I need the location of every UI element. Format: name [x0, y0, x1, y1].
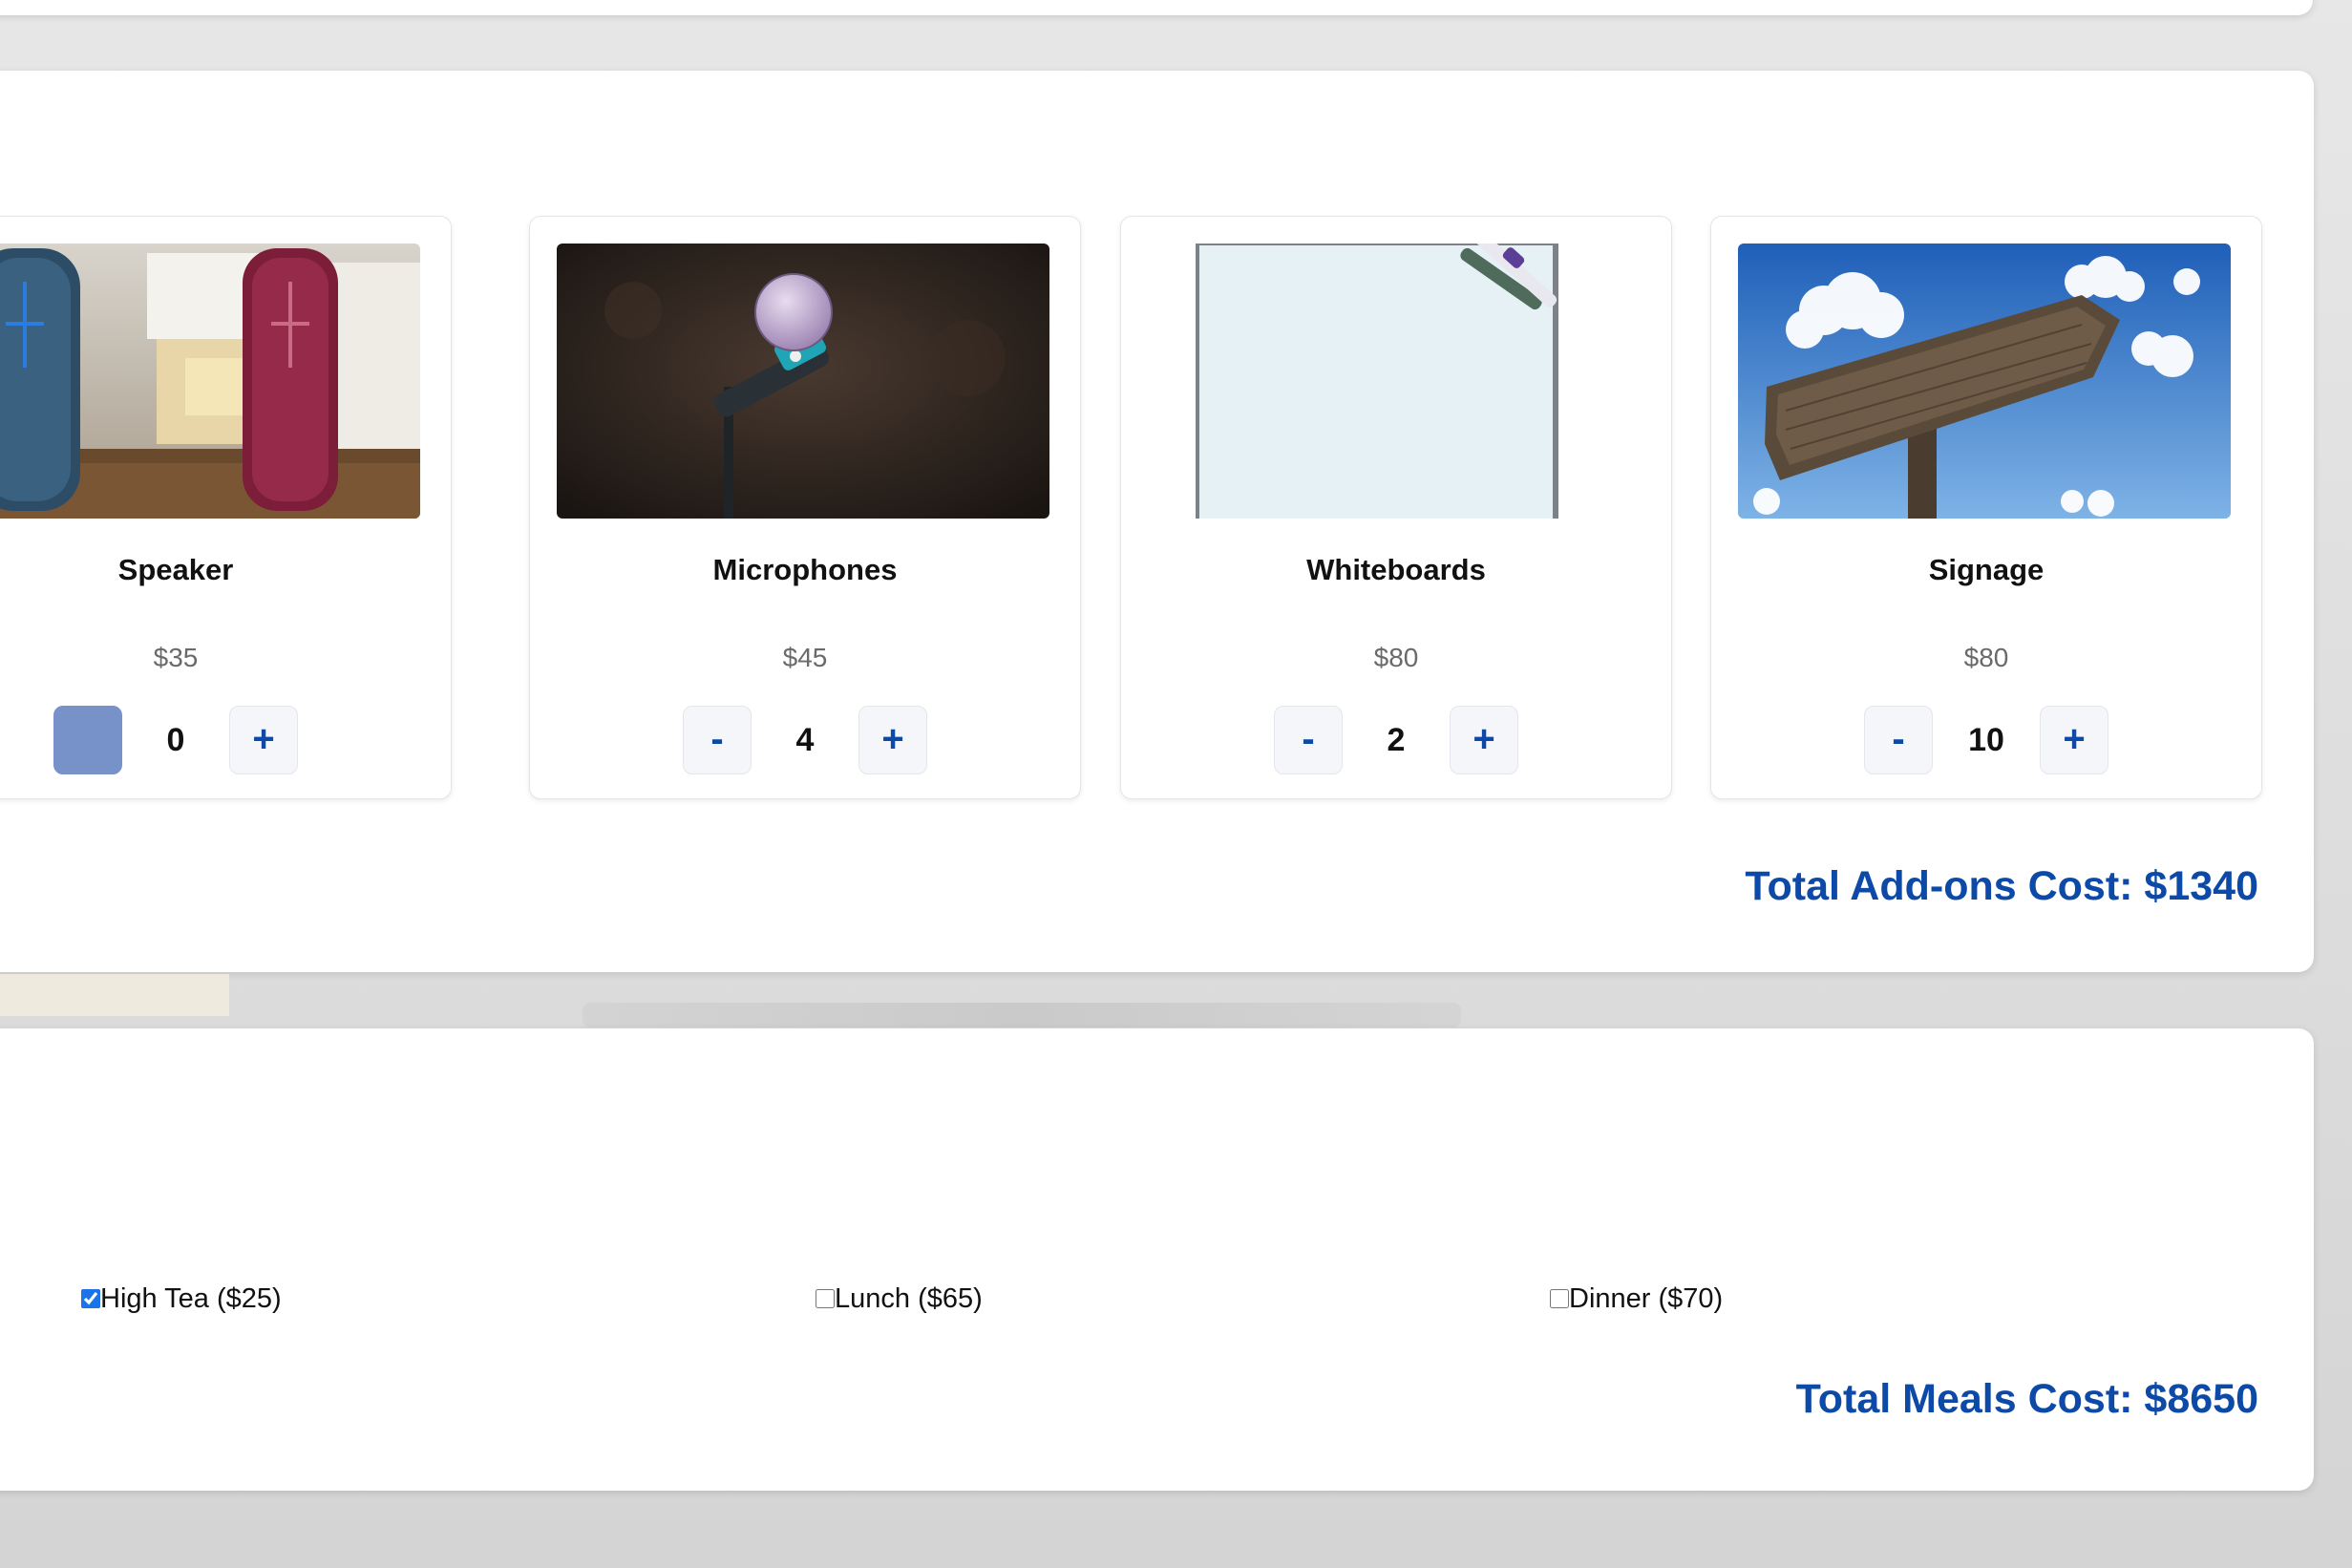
quantity-value: 2 [1387, 722, 1406, 758]
addon-price: $80 [1963, 643, 2009, 672]
increase-quantity-button[interactable]: + [229, 706, 298, 774]
increase-quantity-button[interactable]: + [1450, 706, 1518, 774]
decrease-quantity-button[interactable]: - [1274, 706, 1343, 774]
minus-icon: - [81, 718, 94, 760]
addon-card-whiteboards: Whiteboards $80 - 2 + [1120, 216, 1672, 799]
quantity-value: 4 [795, 722, 815, 758]
addon-price: $45 [782, 643, 828, 672]
plus-icon: + [252, 718, 275, 760]
lunch-checkbox[interactable] [816, 1289, 835, 1308]
decrease-quantity-button[interactable]: - [683, 706, 752, 774]
plus-icon: + [881, 718, 904, 760]
meal-option-dinner[interactable]: Dinner ($70) [1550, 1280, 1723, 1318]
decrease-quantity-button[interactable]: - [53, 706, 122, 774]
meal-option-label: Lunch ($65) [835, 1282, 983, 1314]
meal-option-lunch[interactable]: Lunch ($65) [816, 1280, 983, 1318]
previous-section-card [0, 0, 2313, 15]
high-tea-checkbox[interactable] [81, 1289, 100, 1308]
addon-name: Signage [1928, 553, 2045, 586]
whiteboards-image [1148, 244, 1641, 519]
plus-icon: + [1473, 718, 1495, 760]
meals-total-cost: Total Meals Cost: $8650 [1795, 1376, 2258, 1422]
quantity-value: 0 [166, 722, 185, 758]
addons-section: Speaker $35 - 0 + [0, 71, 2314, 972]
background-blur-text [583, 1003, 1461, 1028]
addon-price: $35 [153, 643, 199, 672]
meal-option-label: Dinner ($70) [1569, 1282, 1724, 1314]
plus-icon: + [2063, 718, 2086, 760]
decrease-quantity-button[interactable]: - [1864, 706, 1933, 774]
increase-quantity-button[interactable]: + [858, 706, 927, 774]
meal-option-label: High Tea ($25) [100, 1282, 282, 1314]
minus-icon: - [710, 718, 724, 760]
addon-card-speaker: Speaker $35 - 0 + [0, 216, 452, 799]
meal-option-high-tea[interactable]: High Tea ($25) [81, 1280, 282, 1318]
addon-name: Microphones [712, 553, 898, 586]
background-blur [0, 974, 229, 1016]
increase-quantity-button[interactable]: + [2040, 706, 2108, 774]
dinner-checkbox[interactable] [1550, 1289, 1569, 1308]
speaker-image [0, 244, 420, 519]
signage-image [1738, 244, 2231, 519]
addon-name: Speaker [117, 553, 234, 586]
addon-name: Whiteboards [1306, 553, 1486, 586]
addon-price: $80 [1373, 643, 1419, 672]
minus-icon: - [1302, 718, 1315, 760]
meals-section: High Tea ($25) Lunch ($65) Dinner ($70) … [0, 1028, 2314, 1491]
addons-total-cost: Total Add-ons Cost: $1340 [1745, 863, 2258, 909]
minus-icon: - [1892, 718, 1905, 760]
addon-card-signage: Signage $80 - 10 + [1710, 216, 2262, 799]
microphones-image [557, 244, 1049, 519]
addon-card-microphones: Microphones $45 - 4 + [529, 216, 1081, 799]
quantity-value: 10 [1968, 722, 2004, 758]
